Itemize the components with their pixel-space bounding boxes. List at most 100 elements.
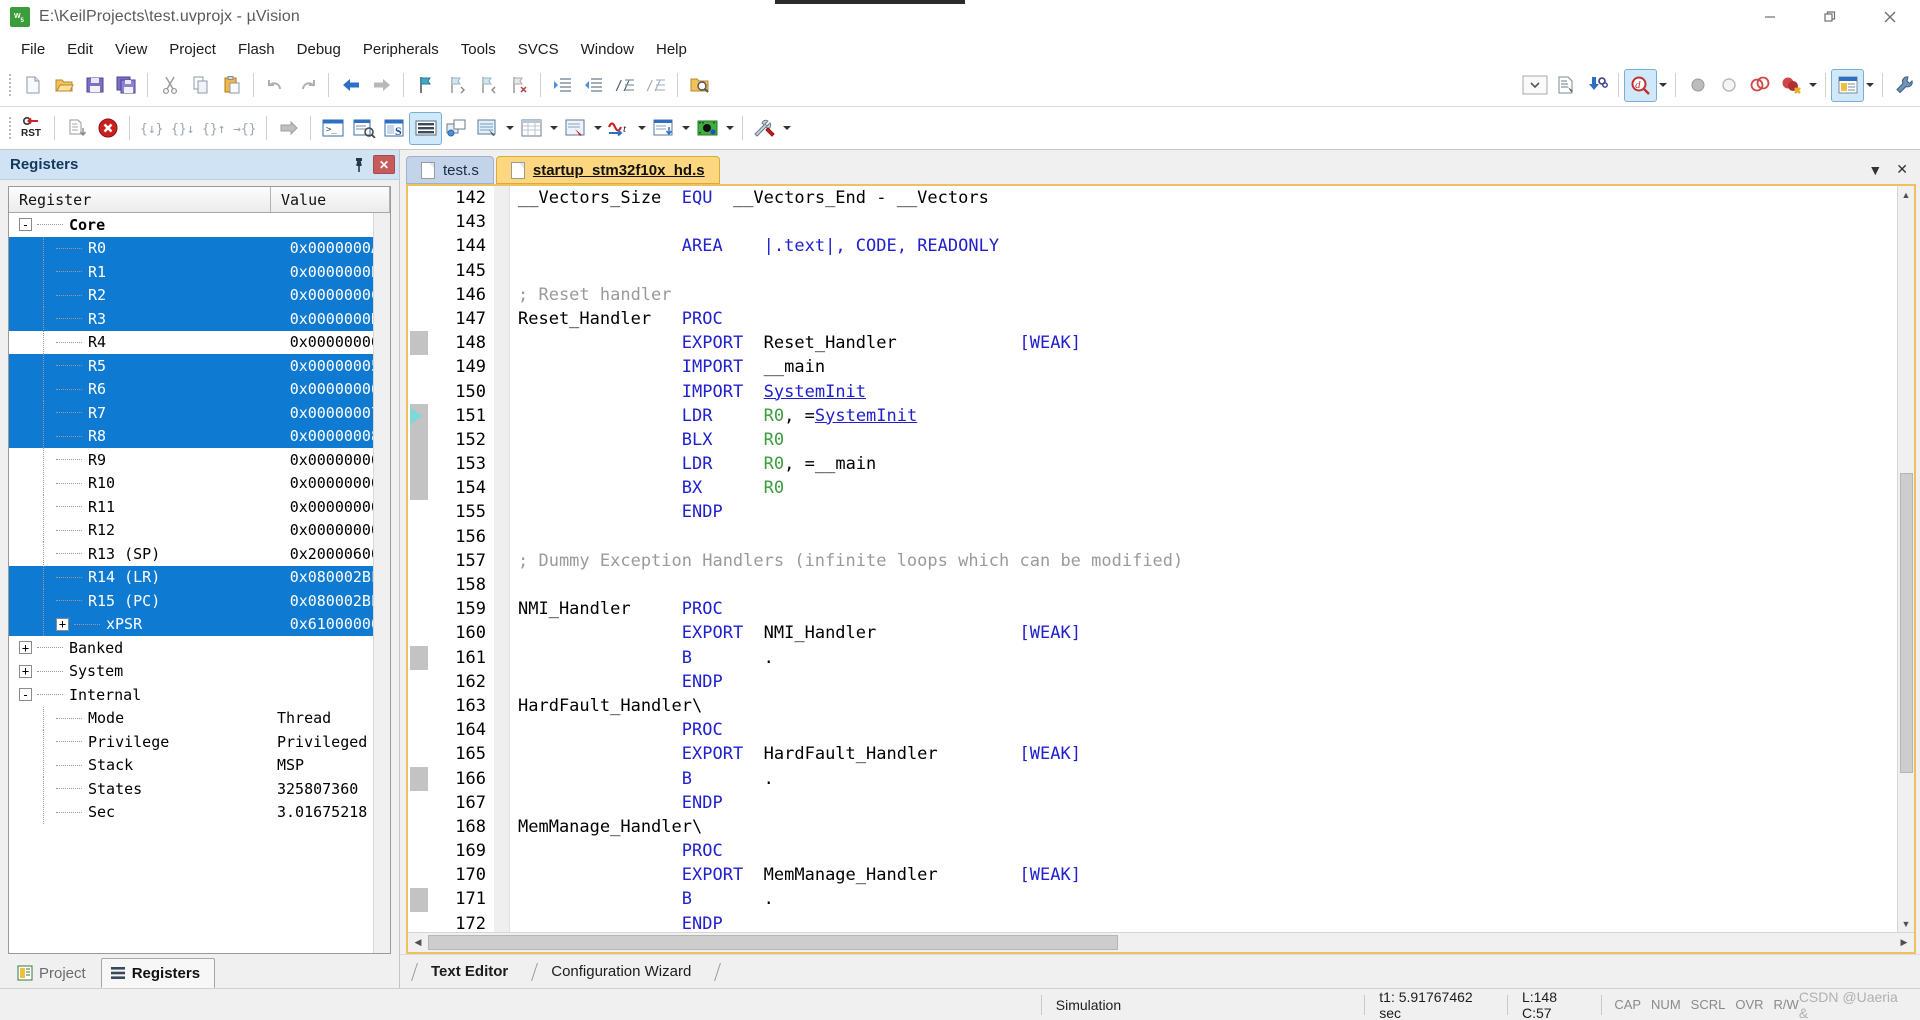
open-file-icon[interactable] <box>48 70 79 101</box>
horizontal-scroll-thumb[interactable] <box>428 935 1118 950</box>
register-row[interactable]: R0 0x0000000A <box>9 236 390 260</box>
register-row[interactable]: States 325807360 <box>9 777 390 801</box>
code-line[interactable]: __Vectors_Size EQU __Vectors_End - __Vec… <box>518 186 1897 210</box>
code-line[interactable]: PROC <box>518 839 1897 863</box>
toolbar-grip[interactable] <box>8 73 12 97</box>
code-line[interactable]: ENDP <box>518 670 1897 694</box>
collapse-twisty-icon[interactable]: - <box>19 688 32 702</box>
disable-all-breakpoints-icon[interactable] <box>1775 70 1806 101</box>
editor-mode-tab[interactable]: Text Editor <box>421 959 528 985</box>
code-line[interactable] <box>518 573 1897 597</box>
editor-tab-inactive[interactable]: test.s <box>406 156 494 184</box>
show-next-statement-icon[interactable] <box>273 113 304 144</box>
editor-group-minimize-icon[interactable]: ▼ <box>1868 162 1882 178</box>
insert-breakpoint-icon[interactable] <box>1682 70 1713 101</box>
symbols-window-icon[interactable]: S <box>379 113 410 144</box>
serial-dropdown-icon[interactable] <box>591 113 604 144</box>
register-row[interactable]: Mode Thread <box>9 706 390 731</box>
download-to-flash-icon[interactable] <box>1581 70 1612 101</box>
cut-icon[interactable] <box>154 70 185 101</box>
expand-twisty-icon[interactable]: + <box>56 617 69 631</box>
project-window-dropdown-icon[interactable] <box>1863 70 1876 101</box>
register-row[interactable]: R1 0x0000000B <box>9 260 390 284</box>
menu-debug[interactable]: Debug <box>286 37 352 62</box>
register-row[interactable]: R3 0x0000000D <box>9 307 390 331</box>
breakpoint-marker[interactable] <box>410 331 428 356</box>
dock-tab-registers[interactable]: Registers <box>100 958 216 988</box>
bookmark-toggle-icon[interactable] <box>410 70 441 101</box>
register-row[interactable]: R4 0x00000000 <box>9 330 390 355</box>
editor-tab-active[interactable]: startup_stm32f10x_hd.s <box>495 156 720 184</box>
trace-window-icon[interactable] <box>648 113 679 144</box>
code-line[interactable]: HardFault_Handler\ <box>518 694 1897 718</box>
editor-horizontal-scrollbar[interactable]: ◀ ▶ <box>408 932 1914 952</box>
watch-window-icon[interactable] <box>472 113 503 144</box>
watch-dropdown-icon[interactable] <box>503 113 516 144</box>
paste-icon[interactable] <box>216 70 247 101</box>
editor-group-close-icon[interactable]: ✕ <box>1896 161 1908 178</box>
build-output-icon[interactable] <box>1550 70 1581 101</box>
code-line[interactable] <box>518 259 1897 283</box>
registers-vertical-scrollbar[interactable] <box>373 213 390 953</box>
register-row[interactable]: R12 0x00000000 <box>9 518 390 543</box>
toolbar-grip[interactable] <box>8 116 12 140</box>
code-line[interactable]: AREA |.text|, CODE, READONLY <box>518 234 1897 258</box>
register-row[interactable]: Privilege Privileged <box>9 730 390 754</box>
step-over-icon[interactable]: {}↓ <box>167 113 198 144</box>
breakpoint-marker[interactable] <box>410 428 428 452</box>
code-line[interactable]: EXPORT NMI_Handler [WEAK] <box>518 621 1897 645</box>
code-line[interactable]: LDR R0, =SystemInit <box>518 404 1897 428</box>
expand-twisty-icon[interactable]: + <box>19 641 32 655</box>
vertical-scroll-thumb[interactable] <box>1899 473 1913 773</box>
code-line[interactable]: ENDP <box>518 500 1897 524</box>
breakpoint-dropdown-icon[interactable] <box>1806 70 1819 101</box>
configure-icon[interactable] <box>1889 70 1920 101</box>
restore-icon[interactable] <box>1800 0 1860 34</box>
register-row[interactable]: - Core <box>9 213 390 237</box>
close-registers-panel-icon[interactable]: ✕ <box>373 155 395 174</box>
code-line[interactable]: LDR R0, =__main <box>518 452 1897 476</box>
register-row[interactable]: R11 0x00000000 <box>9 495 390 519</box>
code-line[interactable]: ; Reset handler <box>518 283 1897 307</box>
code-line[interactable]: ; Dummy Exception Handlers (infinite loo… <box>518 549 1897 573</box>
register-row[interactable]: + System <box>9 660 390 684</box>
register-row[interactable]: R14 (LR) 0x080002BF <box>9 565 390 589</box>
code-line[interactable]: ENDP <box>518 912 1897 932</box>
code-line[interactable]: B . <box>518 646 1897 670</box>
column-header-register[interactable]: Register <box>9 187 271 212</box>
analysis-window-icon[interactable]: t <box>604 113 635 144</box>
code-line[interactable]: ENDP <box>518 791 1897 815</box>
code-line[interactable]: PROC <box>518 718 1897 742</box>
disassembly-window-icon[interactable] <box>348 113 379 144</box>
breakpoint-marker[interactable] <box>410 887 428 912</box>
navigate-back-icon[interactable] <box>335 70 366 101</box>
run-to-main-icon[interactable] <box>61 113 92 144</box>
code-text[interactable]: __Vectors_Size EQU __Vectors_End - __Vec… <box>510 186 1897 932</box>
code-line[interactable]: EXPORT MemManage_Handler [WEAK] <box>518 863 1897 887</box>
column-header-value[interactable]: Value <box>271 187 390 212</box>
debug-dropdown-icon[interactable] <box>1656 70 1669 101</box>
indent-icon[interactable] <box>547 70 578 101</box>
code-line[interactable]: BLX R0 <box>518 428 1897 452</box>
register-row[interactable]: R15 (PC) 0x080002BE <box>9 589 390 613</box>
breakpoint-marker[interactable] <box>410 476 428 501</box>
navigate-forward-icon[interactable] <box>366 70 397 101</box>
undo-icon[interactable] <box>260 70 291 101</box>
copy-icon[interactable] <box>185 70 216 101</box>
analysis-dropdown-icon[interactable] <box>635 113 648 144</box>
menu-window[interactable]: Window <box>570 37 645 62</box>
code-line[interactable] <box>518 525 1897 549</box>
minimize-icon[interactable] <box>1740 0 1800 34</box>
system-viewer-icon[interactable] <box>692 113 723 144</box>
editor-vertical-scrollbar[interactable]: ▲ ▼ <box>1897 186 1914 932</box>
target-dropdown-icon[interactable] <box>1519 70 1550 101</box>
comment-icon[interactable]: // <box>609 70 640 101</box>
scroll-left-icon[interactable]: ◀ <box>408 933 428 952</box>
register-row[interactable]: - Internal <box>9 683 390 707</box>
project-window-icon[interactable] <box>1831 68 1864 102</box>
editor-body[interactable]: 142 143 144 145 146 147 148 149 150 151 152 153 154 1… <box>408 186 1914 932</box>
register-row[interactable]: R7 0x00000007 <box>9 401 390 425</box>
menu-tools[interactable]: Tools <box>450 37 507 62</box>
code-line[interactable]: B . <box>518 887 1897 911</box>
code-line[interactable]: IMPORT SystemInit <box>518 380 1897 404</box>
